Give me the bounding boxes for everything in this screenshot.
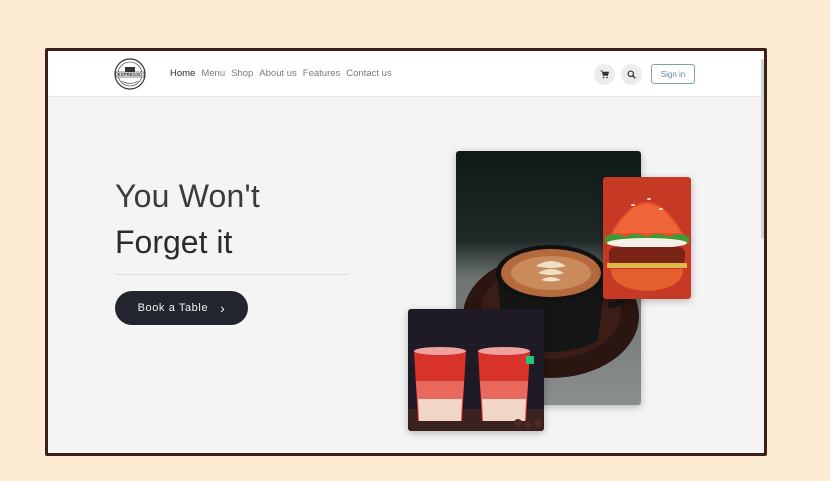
drinks-photo — [408, 309, 544, 431]
nav-links: Home Menu Shop About us Features Contact… — [170, 68, 392, 79]
navbar: ESPRESSO Home Menu Shop About us Feature… — [48, 51, 764, 97]
cart-button[interactable] — [594, 64, 615, 85]
book-table-button[interactable]: Book a Table › — [115, 291, 248, 325]
search-icon — [627, 70, 636, 79]
book-table-label: Book a Table — [137, 302, 209, 314]
nav-link-contact[interactable]: Contact us — [346, 68, 391, 79]
nav-link-shop[interactable]: Shop — [231, 68, 253, 79]
hero-divider — [115, 274, 348, 275]
signin-button[interactable]: Sign in — [651, 64, 695, 84]
hero-title-line1: You Won't — [115, 178, 260, 214]
browser-frame: ESPRESSO Home Menu Shop About us Feature… — [45, 48, 767, 456]
burger-photo — [603, 177, 691, 299]
search-button[interactable] — [621, 64, 642, 85]
nav-link-about[interactable]: About us — [259, 68, 297, 79]
hero-title-line2: Forget it — [115, 224, 233, 260]
nav-link-home[interactable]: Home — [170, 68, 195, 79]
scrollbar[interactable] — [761, 59, 764, 239]
espresso-logo[interactable]: ESPRESSO — [110, 57, 150, 91]
cart-icon — [600, 70, 609, 79]
svg-text:ESPRESSO: ESPRESSO — [117, 72, 143, 77]
chevron-right-icon: › — [220, 300, 226, 316]
nav-link-menu[interactable]: Menu — [201, 68, 225, 79]
nav-link-features[interactable]: Features — [303, 68, 341, 79]
